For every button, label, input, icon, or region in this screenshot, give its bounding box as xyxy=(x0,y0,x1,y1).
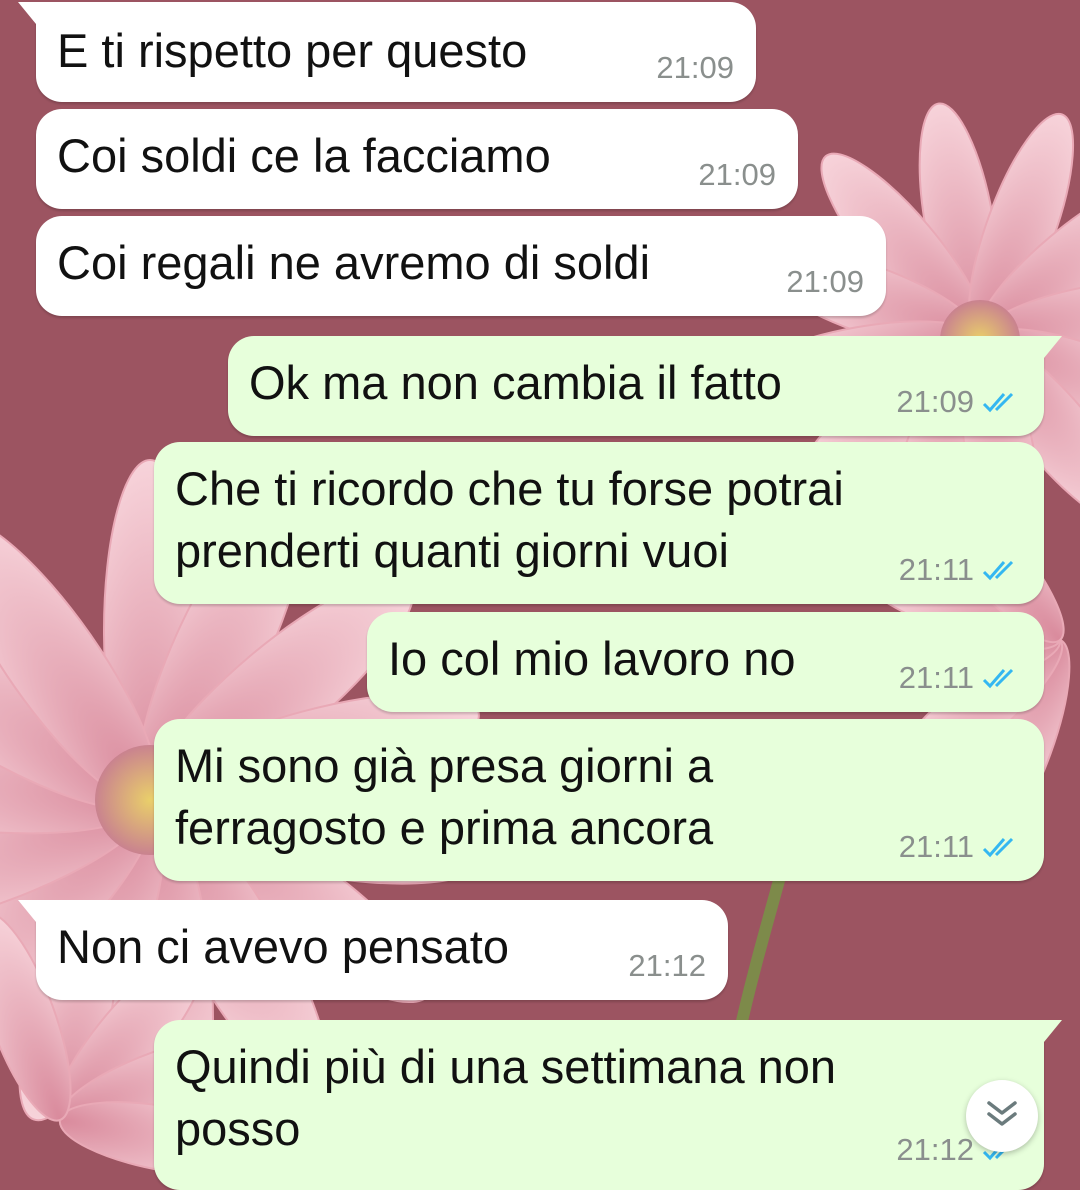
message-meta: 21:09 xyxy=(896,384,1022,420)
message-time: 21:09 xyxy=(656,50,734,85)
message-time: 21:11 xyxy=(898,552,974,587)
message-time: 21:09 xyxy=(786,264,864,299)
scroll-to-bottom-button[interactable] xyxy=(966,1080,1038,1152)
message-meta: 21:09 xyxy=(786,264,864,300)
message-time: 21:09 xyxy=(896,384,974,419)
message-text-line-2: prenderti quanti giorni vuoi xyxy=(175,524,729,577)
message-meta: 21:11 xyxy=(899,552,1022,588)
double-chevron-down-icon xyxy=(985,1099,1019,1134)
message-bubble-outgoing[interactable]: Io col mio lavoro no 21:11 xyxy=(367,612,1044,712)
message-time: 21:11 xyxy=(898,660,974,695)
message-bubble-outgoing[interactable]: Mi sono già presa giorni a ferragosto e … xyxy=(154,719,1044,881)
message-meta: 21:11 xyxy=(899,829,1022,865)
message-time: 21:09 xyxy=(698,157,776,192)
message-meta: 21:09 xyxy=(656,50,734,86)
message-text-line-2: posso xyxy=(175,1102,301,1155)
bubble-tail xyxy=(1044,1020,1062,1042)
message-time: 21:12 xyxy=(896,1132,974,1167)
read-receipt-icon xyxy=(982,835,1022,859)
message-bubble-incoming[interactable]: Coi soldi ce la facciamo 21:09 xyxy=(36,109,798,209)
chat-message-list[interactable]: E ti rispetto per questo 21:09 Coi soldi… xyxy=(0,0,1080,1190)
bubble-tail xyxy=(18,2,36,24)
message-meta: 21:12 xyxy=(628,948,706,984)
message-text-line-1: Mi sono già presa giorni a xyxy=(175,739,714,792)
message-bubble-incoming[interactable]: Non ci avevo pensato 21:12 xyxy=(18,900,728,1000)
message-bubble-outgoing[interactable]: Che ti ricordo che tu forse potrai prend… xyxy=(154,442,1044,604)
message-bubble-incoming[interactable]: E ti rispetto per questo 21:09 xyxy=(18,2,756,102)
bubble-tail xyxy=(18,900,36,922)
message-text: E ti rispetto per questo xyxy=(57,24,528,77)
message-meta: 21:09 xyxy=(698,157,776,193)
message-text-line-1: Che ti ricordo che tu forse potrai xyxy=(175,462,844,515)
message-text-line-1: Quindi più di una settimana non xyxy=(175,1040,837,1093)
message-bubble-outgoing[interactable]: Quindi più di una settimana non posso 21… xyxy=(154,1020,1062,1190)
message-meta: 21:11 xyxy=(899,660,1022,696)
bubble-tail xyxy=(1044,336,1062,358)
message-bubble-incoming[interactable]: Coi regali ne avremo di soldi 21:09 xyxy=(36,216,886,316)
message-time: 21:11 xyxy=(898,829,974,864)
message-text: Ok ma non cambia il fatto xyxy=(249,356,782,409)
message-text: Io col mio lavoro no xyxy=(388,632,796,685)
message-text-line-2: ferragosto e prima ancora xyxy=(175,801,714,854)
message-text: Coi regali ne avremo di soldi xyxy=(57,236,651,289)
read-receipt-icon xyxy=(982,558,1022,582)
read-receipt-icon xyxy=(982,390,1022,414)
read-receipt-icon xyxy=(982,666,1022,690)
message-bubble-outgoing[interactable]: Ok ma non cambia il fatto 21:09 xyxy=(228,336,1062,436)
message-text: Coi soldi ce la facciamo xyxy=(57,129,551,182)
message-text: Non ci avevo pensato xyxy=(57,920,510,973)
message-time: 21:12 xyxy=(628,948,706,983)
